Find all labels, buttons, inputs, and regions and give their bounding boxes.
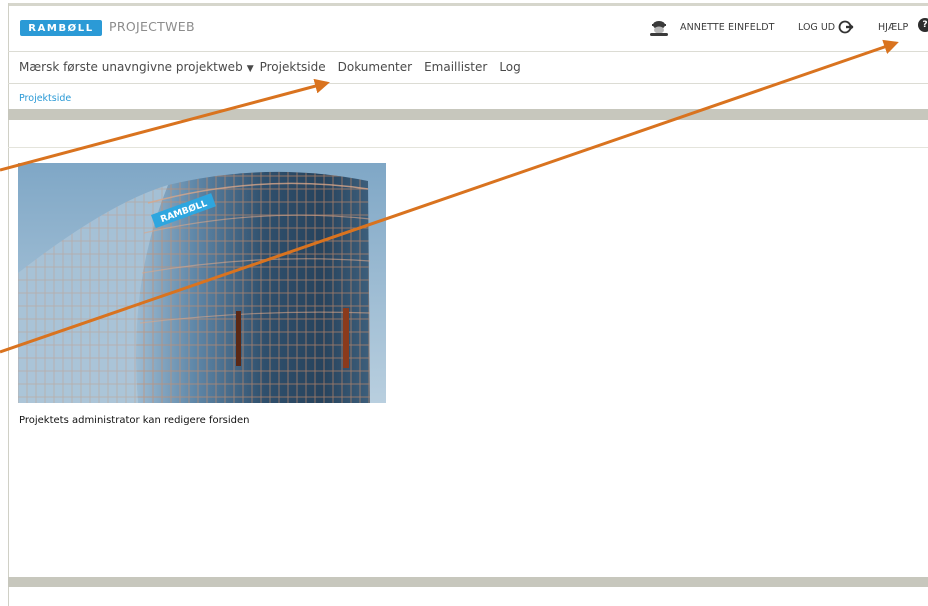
nav-item-emaillister[interactable]: Emaillister <box>424 60 487 74</box>
content-band-bottom <box>8 577 928 587</box>
user-avatar-icon[interactable] <box>649 20 669 36</box>
content-band-top <box>8 109 928 120</box>
chevron-down-icon: ▼ <box>246 64 254 74</box>
frame-left-edge <box>8 3 9 606</box>
header-divider <box>8 51 928 52</box>
nav-item-dokumenter[interactable]: Dokumenter <box>338 60 412 74</box>
nav-item-projektside[interactable]: Projektside <box>260 60 326 74</box>
hero-caption: Projektets administrator kan redigere fo… <box>19 415 250 426</box>
top-border <box>8 3 928 6</box>
app-name: PROJECTWEB <box>109 19 195 34</box>
ramboll-logo[interactable]: RAMBØLL <box>20 20 102 36</box>
logout-link[interactable]: LOG UD <box>798 22 835 33</box>
logout-icon[interactable] <box>838 19 854 35</box>
content-divider <box>8 147 928 148</box>
main-nav: Mærsk første unavngivne projektweb ▼ Proj… <box>19 57 533 77</box>
nav-item-log[interactable]: Log <box>499 60 520 74</box>
project-selector-label: Mærsk første unavngivne projektweb <box>19 60 243 74</box>
hero-building-image: RAMBØLL <box>18 163 386 403</box>
breadcrumb[interactable]: Projektside <box>19 93 71 104</box>
projectweb-page: RAMBØLL PROJECTWEB ANNETTE EINFELDT LOG … <box>0 0 928 606</box>
help-link[interactable]: HJÆLP <box>878 22 908 33</box>
help-icon[interactable]: ? <box>918 18 928 32</box>
user-name-link[interactable]: ANNETTE EINFELDT <box>680 22 775 33</box>
logo-text: RAMBØLL <box>28 22 94 34</box>
project-selector[interactable]: Mærsk første unavngivne projektweb ▼ <box>19 60 260 74</box>
nav-divider <box>8 83 928 84</box>
